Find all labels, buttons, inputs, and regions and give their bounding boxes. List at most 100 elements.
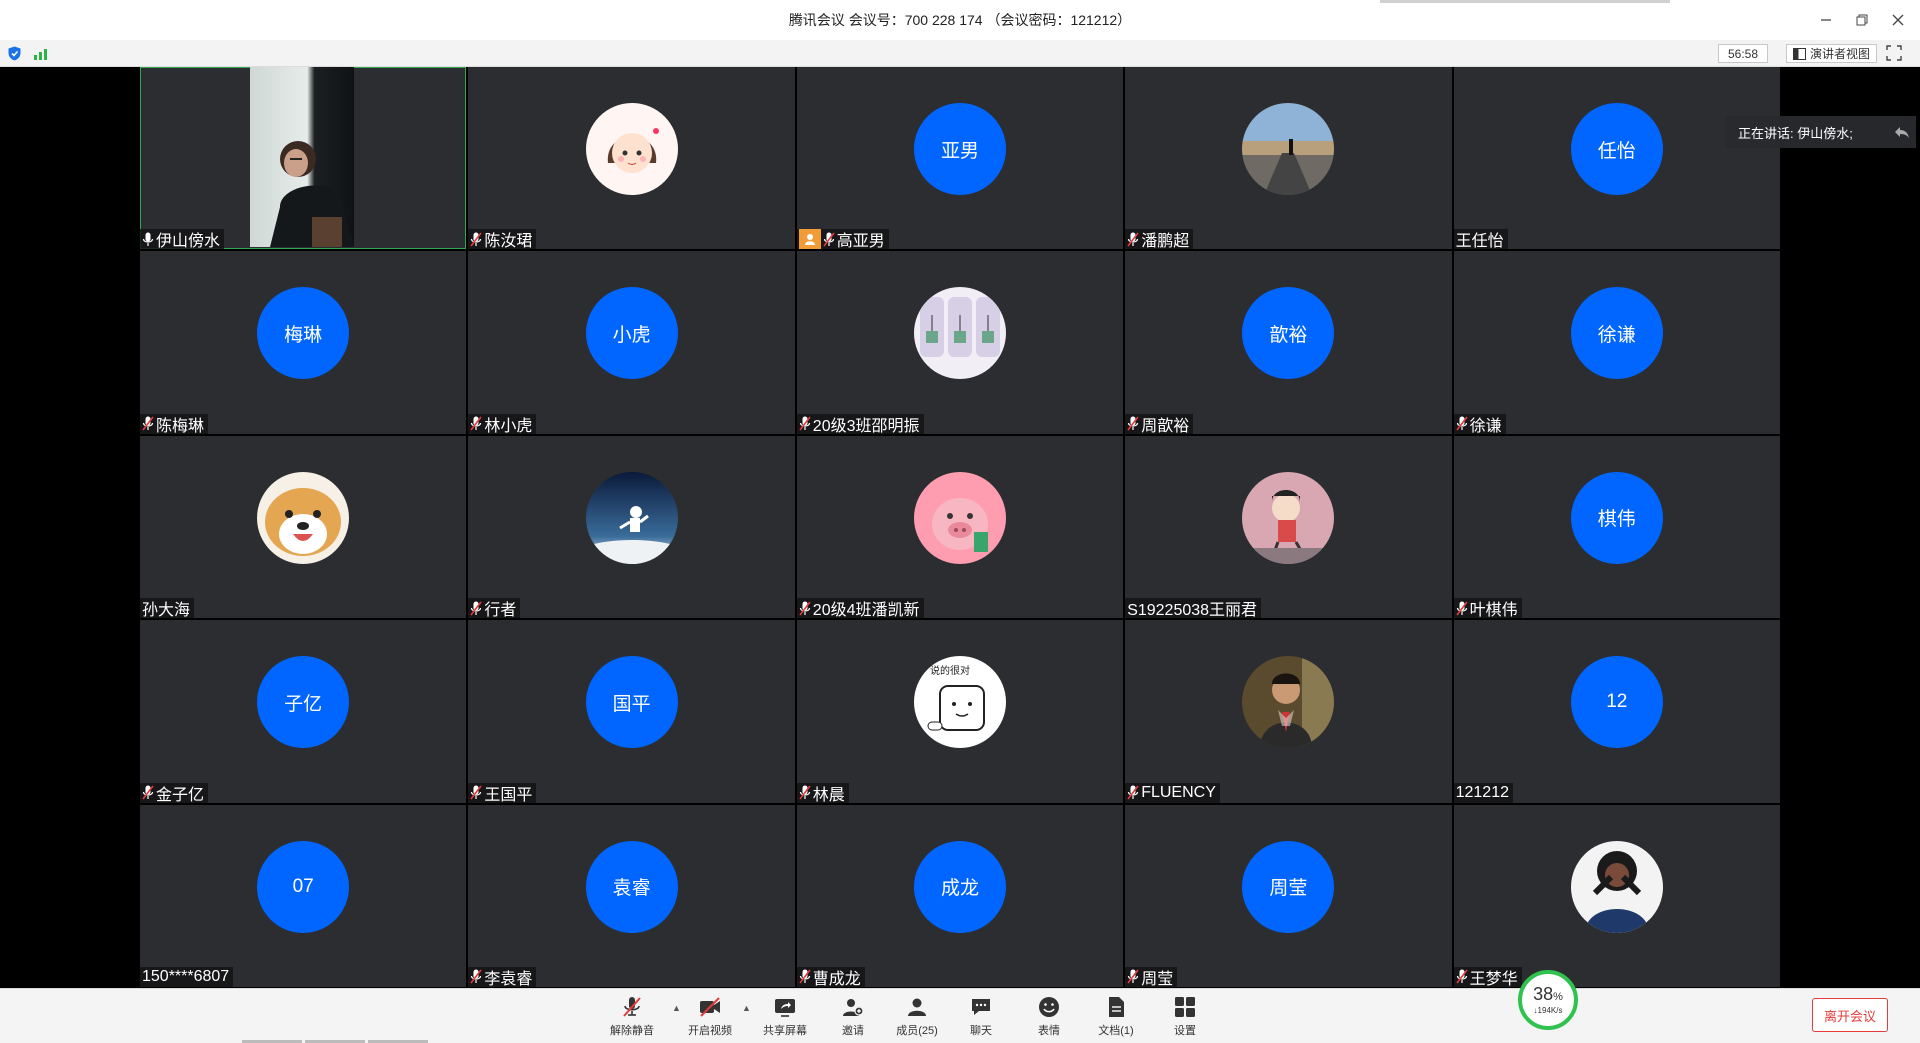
mic-muted-icon: [470, 232, 483, 247]
docs-button[interactable]: 文档(1): [1086, 995, 1146, 1039]
host-user-icon: [804, 234, 815, 246]
participant-tile[interactable]: 袁睿 李袁睿: [468, 804, 795, 987]
participant-name: 行者: [484, 602, 517, 619]
participant-tile[interactable]: 20级4班潘凯新: [796, 435, 1124, 619]
participant-name: 王梦华: [1469, 970, 1518, 987]
restore-button[interactable]: [1854, 12, 1870, 28]
share-screen-button[interactable]: 共享屏幕: [755, 995, 815, 1039]
avatar-initials: 周莹: [1269, 878, 1308, 900]
participant-name: 徐谦: [1469, 417, 1502, 434]
participant-tile[interactable]: 梅琳 陈梅琳: [140, 251, 467, 434]
participant-name: 林晨: [812, 786, 845, 803]
participant-name: 伊山傍水: [156, 233, 221, 250]
participant-avatar: 梅琳: [257, 287, 350, 380]
participant-tile[interactable]: 歆裕 周歆裕: [1125, 251, 1452, 434]
speaking-label: 正在讲话: 伊山傍水;: [1738, 125, 1853, 141]
participant-tile[interactable]: 徐谦 徐谦: [1453, 251, 1780, 434]
participant-name: 陈梅琳: [156, 417, 205, 434]
participant-tile[interactable]: 说的很对 林晨: [796, 620, 1124, 803]
participant-tile[interactable]: 成龙 曹成龙: [796, 804, 1124, 987]
participant-nameplate: 林小虎: [468, 413, 537, 434]
participant-avatar-photo: [257, 471, 350, 564]
mic-muted-icon: [1127, 416, 1139, 431]
mic-muted-icon: [470, 785, 483, 800]
participant-avatar: 歆裕: [1242, 287, 1335, 380]
avatar-initials: 棋伟: [1597, 509, 1636, 531]
participant-avatar-photo: 说的很对: [913, 656, 1006, 749]
participant-tile[interactable]: 周莹 周莹: [1125, 804, 1452, 987]
participant-name: 叶棋伟: [1469, 602, 1518, 619]
settings-button[interactable]: 设置: [1155, 995, 1215, 1039]
participant-nameplate: 周莹: [1125, 966, 1178, 987]
participant-nameplate: 孙大海: [140, 598, 195, 619]
chat-button[interactable]: 聊天: [951, 995, 1011, 1039]
sketch-avatar-text: 说的很对: [930, 664, 970, 677]
mic-muted-icon: [1455, 969, 1468, 984]
participant-name: S19225038王丽君: [1127, 602, 1258, 619]
participant-avatar: 周莹: [1242, 840, 1335, 933]
start-video-button[interactable]: 开启视频: [680, 995, 740, 1039]
mic-muted-icon: [799, 601, 811, 616]
restore-icon: [1856, 14, 1868, 26]
reactions-button[interactable]: 表情: [1019, 995, 1079, 1039]
participant-tile[interactable]: 孙大海: [140, 435, 467, 619]
participant-tile[interactable]: 子亿 金子亿: [140, 620, 467, 803]
security-shield-icon[interactable]: [7, 46, 22, 61]
unmute-label: 解除静音: [610, 1025, 654, 1037]
network-speed: ↓194K/s: [1533, 1006, 1563, 1015]
participant-avatar: 12: [1570, 656, 1663, 749]
members-button[interactable]: 成员(25): [887, 995, 947, 1039]
participant-tile[interactable]: 伊山傍水: [140, 67, 467, 250]
participant-name: 121212: [1455, 783, 1509, 801]
mic-muted-icon: [142, 785, 154, 800]
fullscreen-icon[interactable]: [1886, 45, 1902, 61]
participant-tile[interactable]: 陈汝珺: [468, 67, 795, 250]
network-quality-indicator[interactable]: 38% ↓194K/s: [1518, 970, 1578, 1030]
participant-nameplate: 徐谦: [1453, 413, 1506, 434]
speaker-view-button[interactable]: 演讲者视图: [1786, 44, 1878, 63]
meeting-toolbar: 解除静音 ▲ 开启视频 ▲ 共享屏幕 邀请 成员(25) 聊天 表情 文档(1)…: [0, 988, 1920, 1043]
leave-meeting-button[interactable]: 离开会议: [1812, 998, 1888, 1032]
participant-avatar: 任怡: [1570, 103, 1663, 196]
participant-tile[interactable]: S19225038王丽君: [1125, 435, 1452, 619]
mic-muted-icon: [470, 601, 483, 616]
speaker-view-label: 演讲者视图: [1810, 47, 1871, 61]
participant-nameplate: 林晨: [796, 782, 849, 803]
avatar-initials: 任怡: [1597, 140, 1636, 162]
minimize-button[interactable]: [1818, 12, 1834, 28]
participant-name: 高亚男: [836, 233, 885, 250]
share-screen-icon: [775, 999, 795, 1017]
participant-tile[interactable]: FLUENCY: [1125, 620, 1452, 803]
close-button[interactable]: [1890, 12, 1906, 28]
participant-tile[interactable]: 王梦华: [1453, 804, 1780, 987]
invite-button[interactable]: 邀请: [823, 995, 883, 1039]
participant-name: 曹成龙: [812, 970, 861, 987]
avatar-initials: 国平: [612, 693, 651, 715]
participant-tile[interactable]: 任怡王任怡: [1453, 67, 1780, 250]
participant-avatar-photo: [1570, 840, 1663, 933]
participant-tile[interactable]: 潘鹏超: [1125, 67, 1452, 250]
unmute-button[interactable]: 解除静音: [602, 995, 662, 1039]
participant-tile[interactable]: 小虎 林小虎: [468, 251, 795, 434]
participant-avatar: 亚男: [913, 103, 1006, 196]
avatar-initials: 成龙: [940, 878, 979, 900]
video-options-caret[interactable]: ▲: [742, 1003, 752, 1013]
status-bar: 56:58 演讲者视图: [0, 40, 1920, 67]
participant-tile[interactable]: 棋伟 叶棋伟: [1453, 435, 1780, 619]
participant-tile[interactable]: 亚男 高亚男: [796, 67, 1124, 250]
participant-name: 金子亿: [156, 786, 205, 803]
participant-tile[interactable]: 20级3班邵明振: [796, 251, 1124, 434]
participant-nameplate: 王国平: [468, 782, 537, 803]
speaking-indicator: 正在讲话: 伊山傍水;: [1726, 116, 1916, 148]
participant-nameplate: 20级4班潘凯新: [796, 598, 924, 619]
reply-arrow-icon[interactable]: [1894, 124, 1910, 140]
participant-tile[interactable]: 12 121212: [1453, 620, 1780, 803]
participant-tile[interactable]: 国平 王国平: [468, 620, 795, 803]
participant-name: 王任怡: [1455, 233, 1504, 250]
participant-tile[interactable]: 行者: [468, 435, 795, 619]
avatar-initials: 歆裕: [1269, 324, 1308, 346]
participant-avatar: 07: [257, 840, 350, 933]
participant-tile[interactable]: 07 150****6807: [140, 804, 467, 987]
participant-nameplate: 高亚男: [796, 229, 889, 250]
signal-strength-icon[interactable]: [34, 46, 50, 60]
